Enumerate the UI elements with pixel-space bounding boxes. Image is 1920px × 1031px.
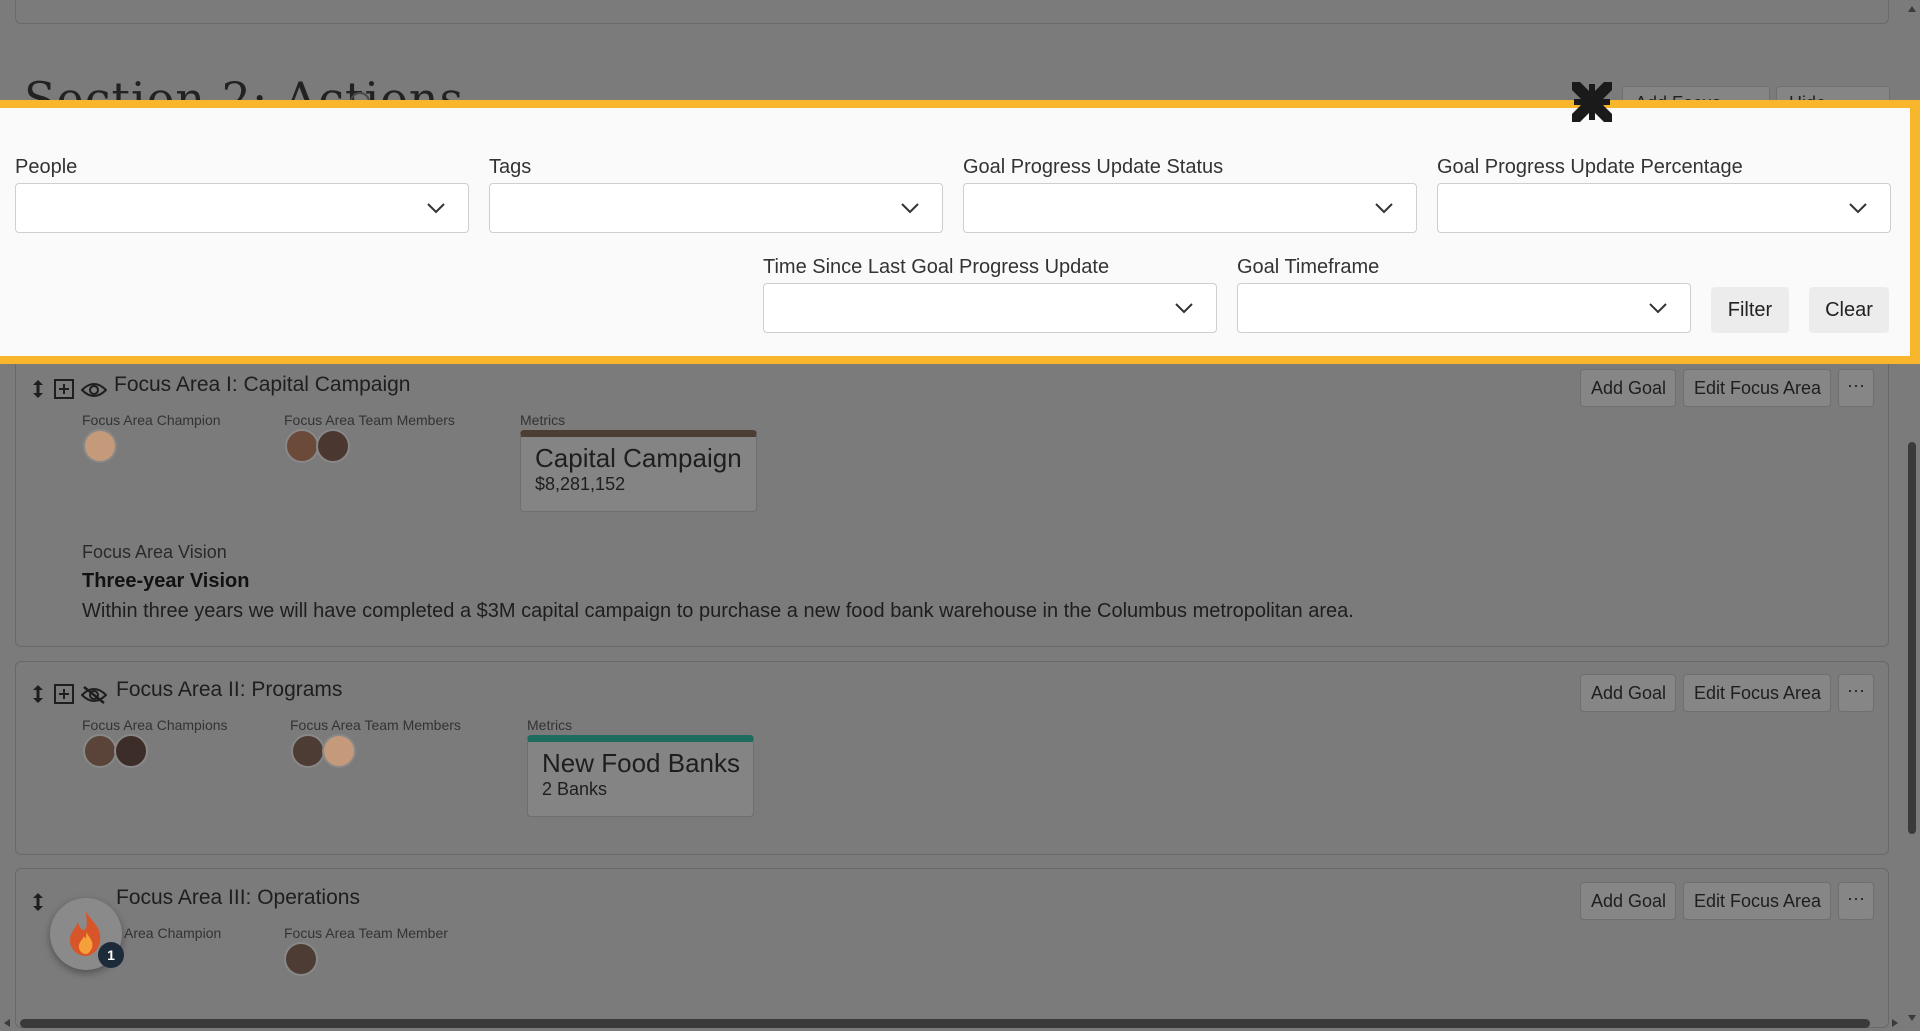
drag-handle-icon[interactable] [28, 378, 48, 400]
scroll-up-icon[interactable] [1908, 6, 1916, 12]
goal-progress-percentage-select[interactable] [1437, 183, 1891, 233]
vision-label: Focus Area Vision [82, 542, 227, 562]
team-members-label: Focus Area Team Members [284, 412, 455, 428]
metric-title: Capital Campaign [535, 443, 742, 473]
more-options-button[interactable]: ··· [1838, 369, 1874, 407]
add-goal-button[interactable]: Add Goal [1580, 674, 1676, 712]
goal-progress-percentage-label: Goal Progress Update Percentage [1437, 156, 1743, 178]
chevron-down-icon [427, 203, 445, 214]
horizontal-scroll-thumb[interactable] [20, 1019, 1870, 1028]
collapse-arrows-icon[interactable] [1570, 80, 1614, 124]
edit-focus-area-button[interactable]: Edit Focus Area [1683, 674, 1831, 712]
focus-area-title[interactable]: Focus Area II: Programs [116, 678, 342, 702]
scroll-left-icon[interactable] [4, 1019, 10, 1027]
avatar[interactable] [285, 429, 319, 463]
champion-label: Focus Area Champions [82, 717, 228, 733]
eye-icon[interactable] [81, 379, 107, 401]
avatar[interactable] [114, 734, 148, 768]
goal-timeframe-select[interactable] [1237, 283, 1691, 333]
metric-card[interactable]: Capital Campaign $8,281,152 [520, 430, 757, 512]
edit-focus-area-button[interactable]: Edit Focus Area [1683, 369, 1831, 407]
chevron-down-icon [901, 203, 919, 214]
avatar[interactable] [83, 734, 117, 768]
team-members-label: Focus Area Team Members [290, 717, 461, 733]
add-goal-button[interactable]: Add Goal [1580, 369, 1676, 407]
time-since-update-select[interactable] [763, 283, 1217, 333]
vertical-scroll-thumb[interactable] [1908, 442, 1916, 834]
vision-text: Within three years we will have complete… [82, 600, 1354, 622]
metric-title: New Food Banks [542, 748, 740, 778]
vision-title: Three-year Vision [82, 570, 250, 592]
more-options-button[interactable]: ··· [1838, 882, 1874, 920]
people-label: People [15, 156, 78, 178]
avatar[interactable] [316, 429, 350, 463]
goal-progress-status-label: Goal Progress Update Status [963, 156, 1224, 178]
drag-handle-icon[interactable] [28, 683, 48, 705]
champion-label: Area Champion [124, 925, 222, 941]
avatar[interactable] [322, 734, 356, 768]
focus-area-title[interactable]: Focus Area III: Operations [116, 886, 360, 910]
previous-section-card [15, 0, 1889, 24]
scroll-down-icon[interactable] [1908, 1015, 1916, 1021]
notification-badge: 1 [98, 942, 124, 968]
focus-area-title[interactable]: Focus Area I: Capital Campaign [114, 373, 410, 397]
goal-timeframe-label: Goal Timeframe [1237, 256, 1380, 278]
add-goal-button[interactable]: Add Goal [1580, 882, 1676, 920]
filter-panel: People Tags Goal Progress Update Status … [0, 100, 1920, 364]
filter-button[interactable]: Filter [1711, 287, 1789, 333]
chevron-down-icon [1175, 303, 1193, 314]
chevron-down-icon [1649, 303, 1667, 314]
expand-icon[interactable] [53, 683, 75, 705]
people-select[interactable] [15, 183, 469, 233]
chevron-down-icon [1849, 203, 1867, 214]
avatar[interactable] [83, 429, 117, 463]
drag-handle-icon[interactable] [28, 891, 48, 913]
chevron-down-icon [1375, 203, 1393, 214]
champion-label: Focus Area Champion [82, 412, 221, 428]
tags-select[interactable] [489, 183, 943, 233]
team-members-label: Focus Area Team Member [284, 925, 448, 941]
edit-focus-area-button[interactable]: Edit Focus Area [1683, 882, 1831, 920]
metric-card[interactable]: New Food Banks 2 Banks [527, 735, 754, 817]
tags-label: Tags [489, 156, 532, 178]
metrics-label: Metrics [520, 412, 566, 428]
scroll-right-icon[interactable] [1892, 1019, 1898, 1027]
expand-icon[interactable] [53, 378, 75, 400]
time-since-update-label: Time Since Last Goal Progress Update [763, 256, 1110, 278]
avatar[interactable] [291, 734, 325, 768]
goal-progress-status-select[interactable] [963, 183, 1417, 233]
clear-button[interactable]: Clear [1809, 287, 1889, 333]
metric-value: $8,281,152 [535, 474, 626, 494]
metrics-label: Metrics [527, 717, 573, 733]
eye-slash-icon[interactable] [81, 684, 107, 706]
more-options-button[interactable]: ··· [1838, 674, 1874, 712]
avatar[interactable] [284, 942, 318, 976]
metric-value: 2 Banks [542, 779, 608, 799]
